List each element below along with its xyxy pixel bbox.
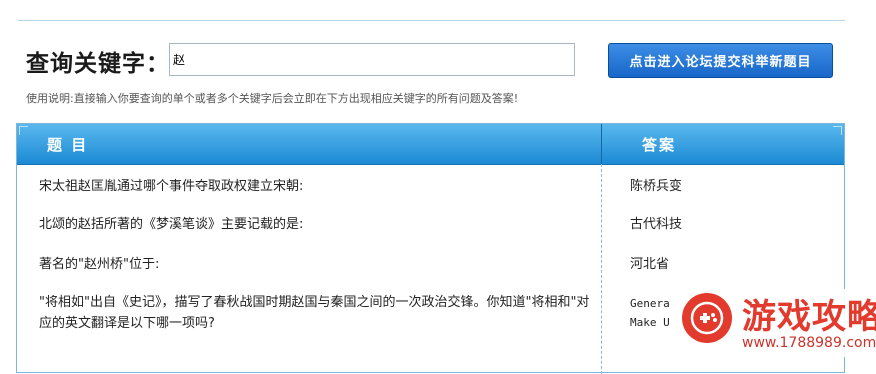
header-question: 题 目 xyxy=(47,136,89,154)
answer-text: 河北省 xyxy=(630,257,670,272)
site-watermark: 游戏攻略 www.1788989.com xyxy=(676,289,876,357)
answer-text: 陈桥兵变 xyxy=(630,179,683,194)
corner-ornament xyxy=(19,126,28,135)
search-label: 查询关键字： xyxy=(26,51,170,77)
question-text: 北颂的赵括所著的《梦溪笔谈》主要记载的是: xyxy=(39,217,304,232)
header-divider xyxy=(601,124,602,164)
watermark-url: www.1788989.com xyxy=(742,335,876,351)
search-input[interactable] xyxy=(169,43,575,76)
corner-ornament xyxy=(833,126,842,135)
watermark-title: 游戏攻略 xyxy=(742,297,876,337)
gamepad-logo-icon xyxy=(682,293,732,343)
answer-text: 古代科技 xyxy=(630,217,683,232)
question-text: "将相如"出自《史记》，描写了春秋战国时期赵国与秦国之间的一次政治交锋。你知道"… xyxy=(39,295,590,331)
header-answer: 答案 xyxy=(642,136,677,154)
table-header: 题 目 答案 xyxy=(17,124,844,165)
top-divider xyxy=(18,20,845,21)
question-text: 宋太祖赵匡胤通过哪个事件夺取政权建立宋朝: xyxy=(39,179,304,194)
submit-question-button[interactable]: 点击进入论坛提交科举新题目 xyxy=(608,43,833,78)
question-text: 著名的"赵州桥"位于: xyxy=(39,257,160,272)
column-divider xyxy=(601,164,602,374)
usage-note: 使用说明:直接输入你要查询的单个或者多个关键字后会立即在下方出现相应关键字的所有… xyxy=(26,92,519,105)
